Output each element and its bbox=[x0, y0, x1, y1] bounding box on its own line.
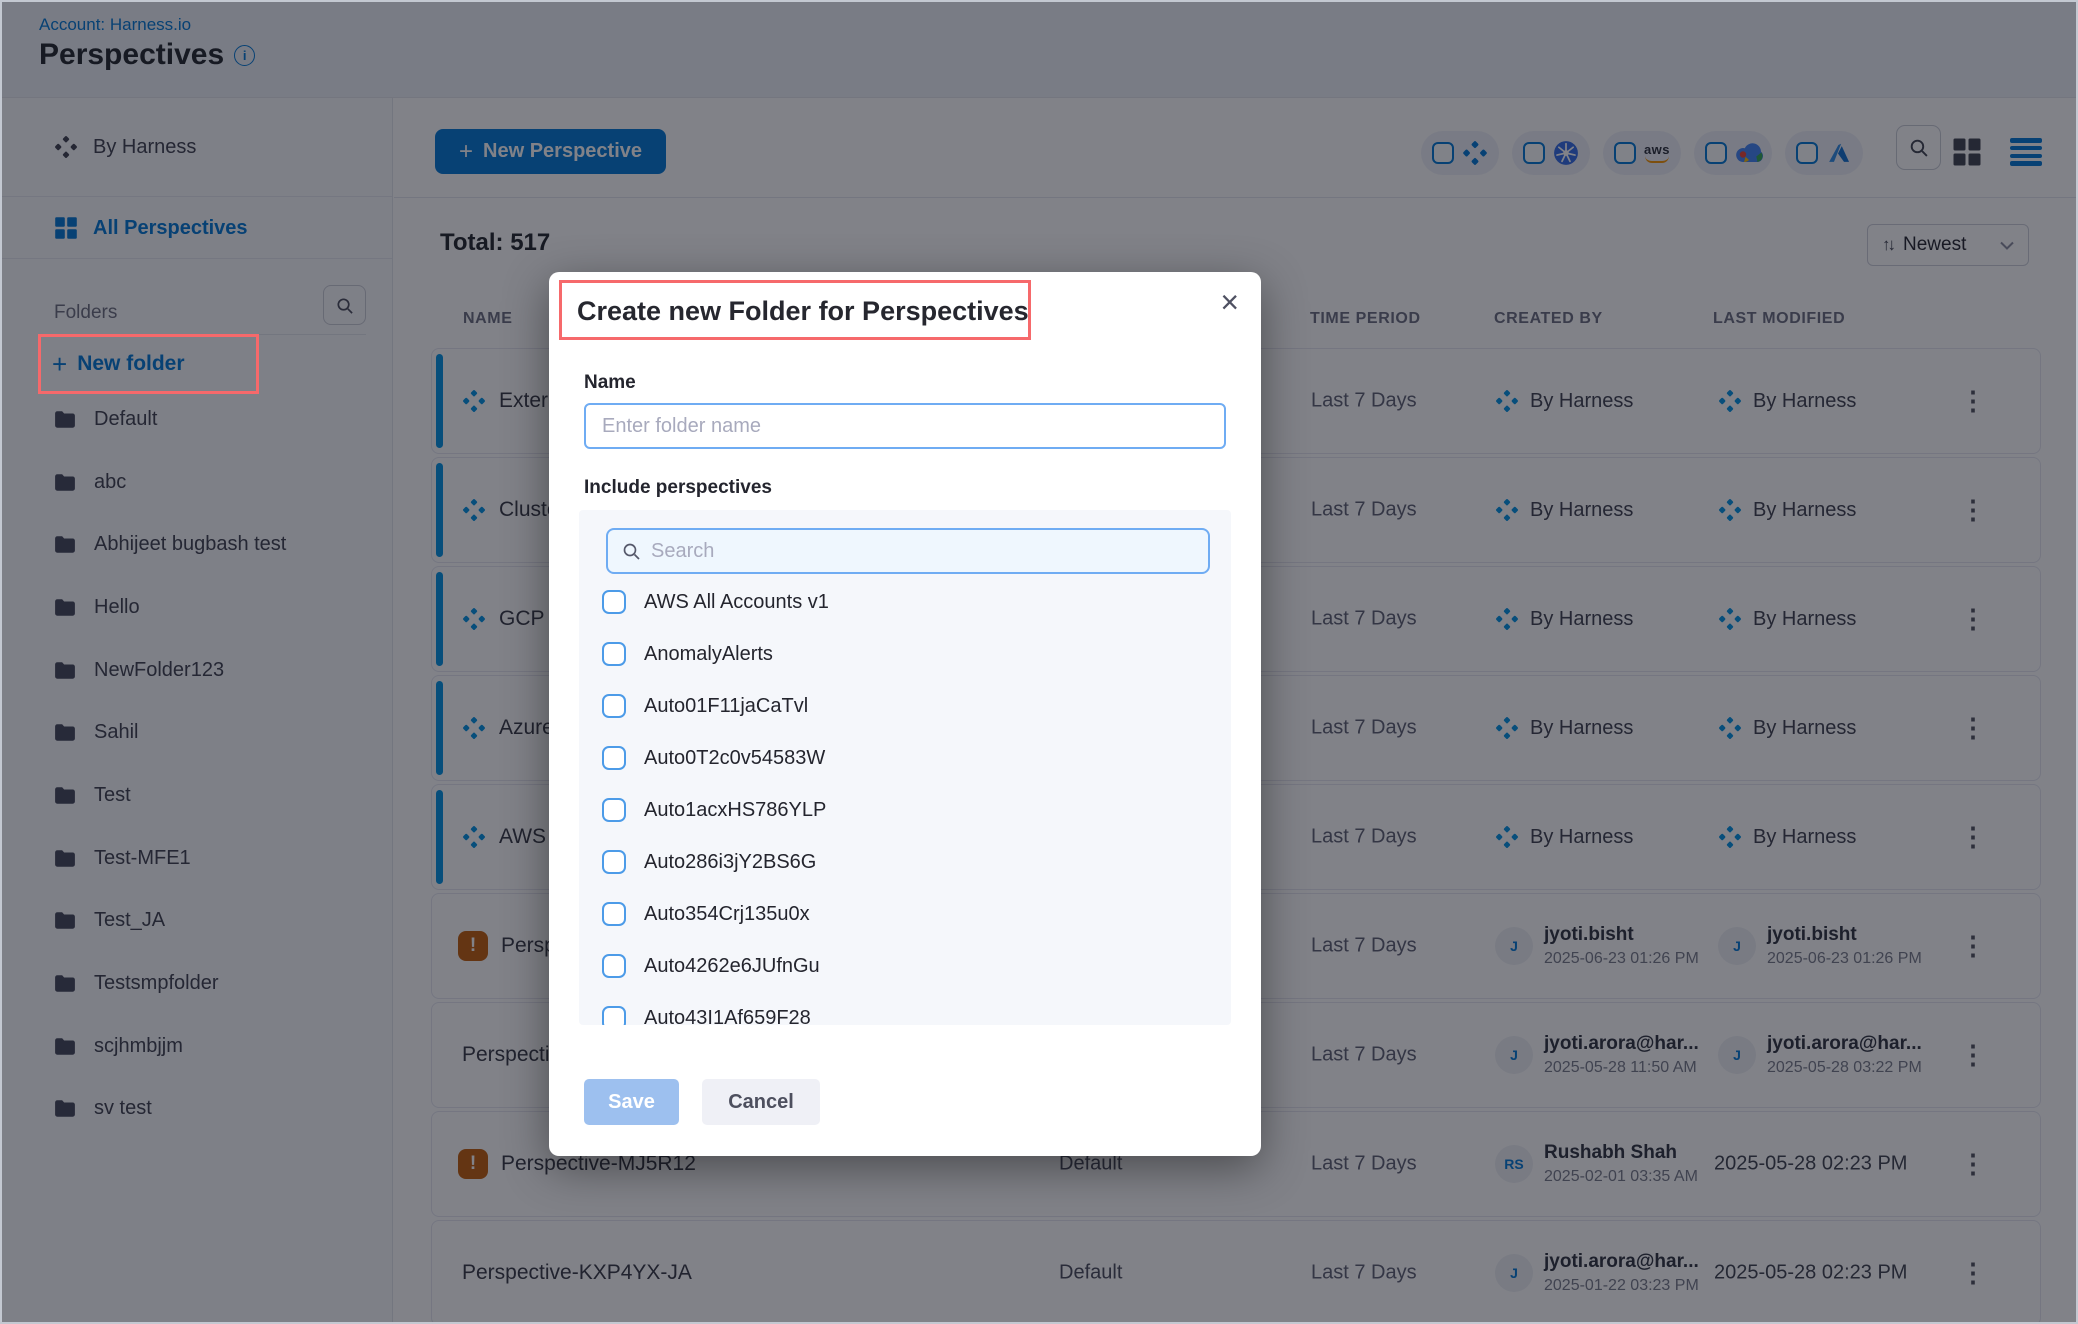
perspective-option[interactable]: AnomalyAlerts bbox=[579, 628, 1231, 680]
folder-name-input[interactable] bbox=[584, 403, 1226, 449]
perspectives-checkbox-list: AWS All Accounts v1 AnomalyAlerts Auto01… bbox=[579, 576, 1231, 1025]
perspective-option[interactable]: AWS All Accounts v1 bbox=[579, 576, 1231, 628]
perspective-option[interactable]: Auto286i3jY2BS6G bbox=[579, 836, 1231, 888]
cancel-button[interactable]: Cancel bbox=[702, 1079, 820, 1125]
perspective-option-label: Auto1acxHS786YLP bbox=[644, 799, 826, 822]
perspective-option-label: Auto43I1Af659F28 bbox=[644, 1007, 811, 1026]
annotation-highlight-modal-title bbox=[559, 280, 1031, 340]
close-icon[interactable]: × bbox=[1220, 284, 1239, 321]
perspective-option[interactable]: Auto1acxHS786YLP bbox=[579, 784, 1231, 836]
checkbox[interactable] bbox=[602, 902, 626, 926]
checkbox[interactable] bbox=[602, 1006, 626, 1025]
perspective-option[interactable]: Auto354Crj135u0x bbox=[579, 888, 1231, 940]
perspective-option[interactable]: Auto0T2c0v54583W bbox=[579, 732, 1231, 784]
perspectives-search-input[interactable] bbox=[651, 540, 1195, 563]
perspective-option-label: Auto4262e6JUfnGu bbox=[644, 955, 820, 978]
perspective-option[interactable]: Auto43I1Af659F28 bbox=[579, 992, 1231, 1025]
save-button[interactable]: Save bbox=[584, 1079, 679, 1125]
perspective-option[interactable]: Auto01F11jaCaTvl bbox=[579, 680, 1231, 732]
checkbox[interactable] bbox=[602, 850, 626, 874]
perspective-option-label: AnomalyAlerts bbox=[644, 643, 773, 666]
create-folder-modal: Create new Folder for Perspectives × Nam… bbox=[549, 272, 1261, 1156]
checkbox[interactable] bbox=[602, 746, 626, 770]
perspective-option-label: AWS All Accounts v1 bbox=[644, 591, 829, 614]
search-icon bbox=[621, 541, 641, 561]
perspective-option-label: Auto354Crj135u0x bbox=[644, 903, 810, 926]
annotation-highlight-new-folder bbox=[38, 334, 259, 394]
include-perspectives-label: Include perspectives bbox=[584, 477, 772, 499]
name-label: Name bbox=[584, 372, 636, 394]
checkbox[interactable] bbox=[602, 590, 626, 614]
perspectives-search-field bbox=[606, 528, 1210, 574]
checkbox[interactable] bbox=[602, 798, 626, 822]
checkbox[interactable] bbox=[602, 694, 626, 718]
checkbox[interactable] bbox=[602, 954, 626, 978]
perspective-option-label: Auto0T2c0v54583W bbox=[644, 747, 825, 770]
checkbox[interactable] bbox=[602, 642, 626, 666]
perspectives-picker-panel: AWS All Accounts v1 AnomalyAlerts Auto01… bbox=[579, 510, 1231, 1025]
perspective-option-label: Auto01F11jaCaTvl bbox=[644, 695, 808, 718]
perspectives-page: Account: Harness.io Perspectives i By Ha… bbox=[0, 0, 2078, 1324]
perspective-option[interactable]: Auto4262e6JUfnGu bbox=[579, 940, 1231, 992]
perspective-option-label: Auto286i3jY2BS6G bbox=[644, 851, 816, 874]
